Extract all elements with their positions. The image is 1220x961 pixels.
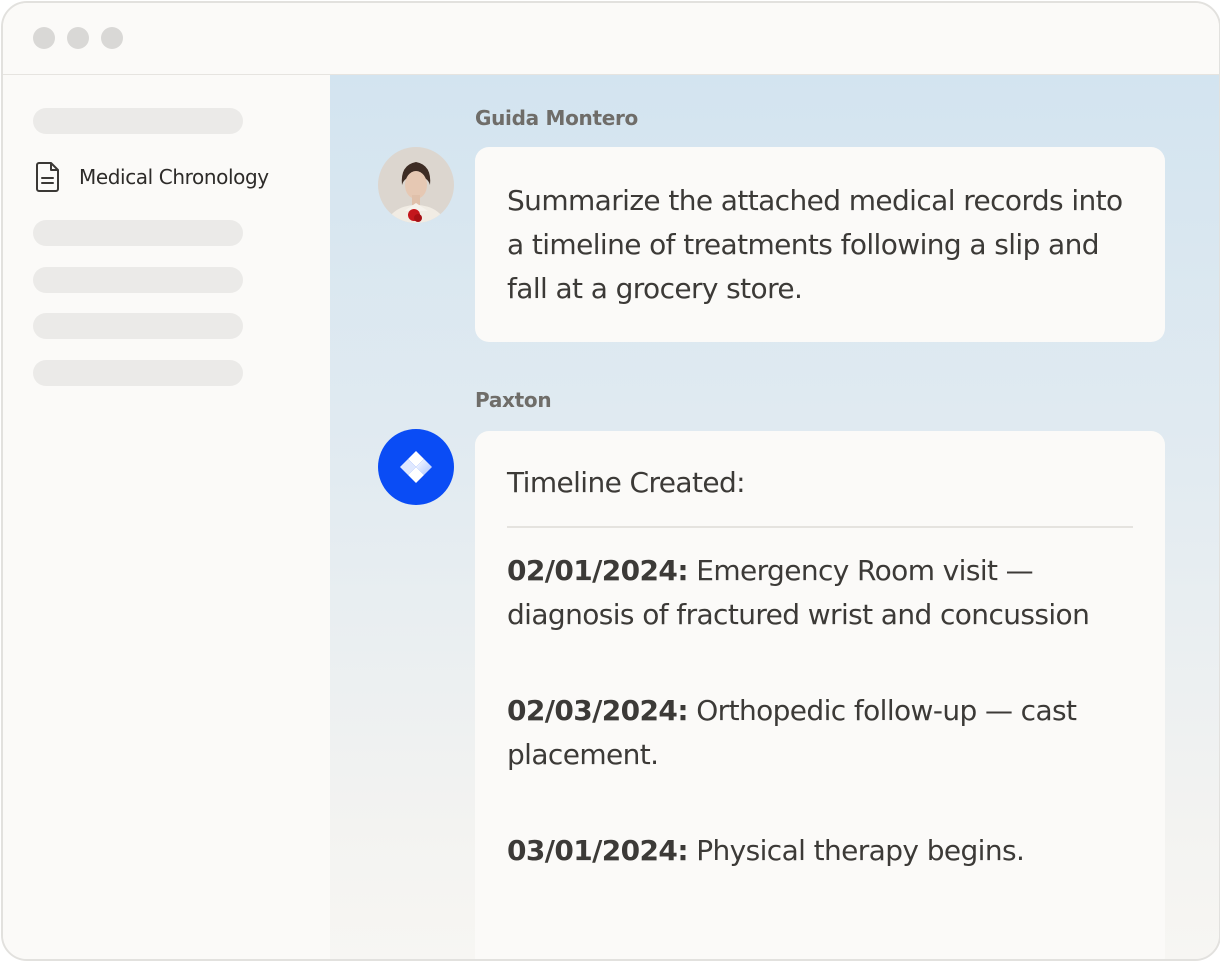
window-control-dot[interactable]	[67, 27, 89, 49]
sidebar-item-label: Medical Chronology	[79, 165, 269, 189]
window-control-dot[interactable]	[101, 27, 123, 49]
sidebar: Medical Chronology	[3, 75, 330, 959]
sidebar-placeholder-item	[33, 267, 243, 293]
timeline-text: Physical therapy begins.	[687, 834, 1025, 867]
timeline-entry: 02/03/2024: Orthopedic follow-up — cast …	[507, 689, 1133, 777]
sidebar-placeholder-item	[33, 313, 243, 339]
sidebar-item-medical-chronology[interactable]: Medical Chronology	[35, 161, 269, 193]
chat-area: Guida Montero Summarize the attached med…	[330, 75, 1219, 959]
assistant-avatar[interactable]	[378, 429, 454, 505]
user-message-text: Summarize the attached medical records i…	[507, 184, 1123, 305]
paxton-logo-icon	[400, 451, 432, 483]
message-sender-name: Paxton	[475, 388, 552, 412]
document-icon	[36, 162, 59, 192]
timeline-date: 02/03/2024:	[507, 694, 689, 727]
assistant-message-bubble: Timeline Created: 02/01/2024: Emergency …	[475, 431, 1165, 959]
sidebar-placeholder-item	[33, 220, 243, 246]
message-sender-name: Guida Montero	[475, 106, 638, 130]
timeline-heading: Timeline Created:	[507, 466, 746, 499]
app-window: Medical Chronology Guida Montero Summari…	[1, 1, 1220, 961]
timeline-entry: 02/01/2024: Emergency Room visit — diagn…	[507, 549, 1133, 637]
timeline-date: 02/01/2024:	[507, 554, 689, 587]
window-control-dot[interactable]	[33, 27, 55, 49]
user-avatar[interactable]	[378, 147, 454, 223]
user-avatar-photo	[378, 147, 454, 223]
user-message-bubble: Summarize the attached medical records i…	[475, 147, 1165, 342]
title-bar	[3, 3, 1219, 75]
timeline-date: 03/01/2024:	[507, 834, 689, 867]
divider	[507, 526, 1133, 528]
sidebar-placeholder-item	[33, 108, 243, 134]
timeline-entry: 03/01/2024: Physical therapy begins.	[507, 829, 1133, 873]
sidebar-placeholder-item	[33, 360, 243, 386]
